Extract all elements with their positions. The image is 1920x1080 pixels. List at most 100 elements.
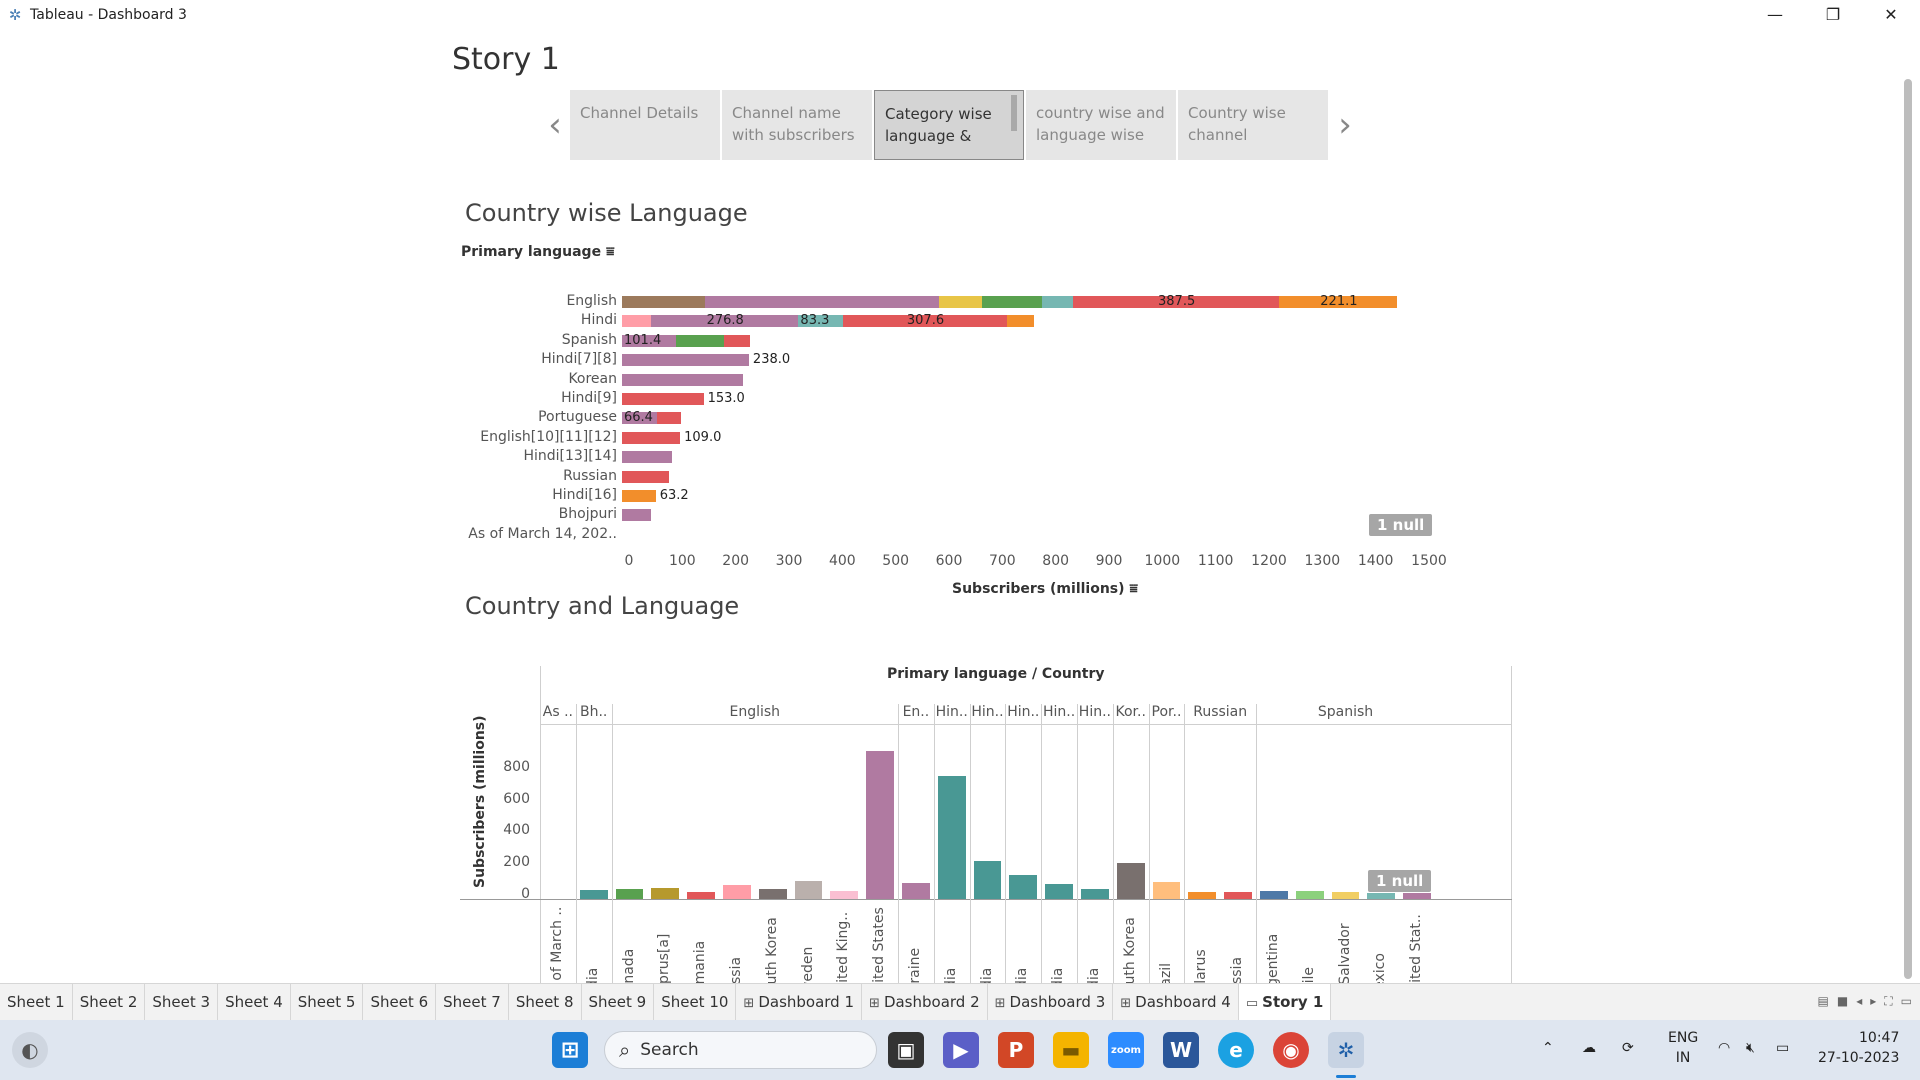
sheet-tab[interactable]: Sheet 2 — [73, 983, 146, 1021]
bar-segment[interactable] — [622, 431, 681, 444]
bar-segment[interactable] — [704, 296, 940, 308]
language-label[interactable]: Bhojpuri — [460, 506, 617, 522]
scroll-left-icon[interactable]: ◂ — [1856, 994, 1862, 1009]
language-group-label[interactable]: En.. — [898, 704, 934, 720]
country-bar[interactable] — [937, 775, 966, 899]
language-label[interactable]: English — [460, 293, 617, 309]
country-bar[interactable] — [1260, 890, 1288, 899]
weather-widget-icon[interactable]: ◐ — [12, 1032, 48, 1068]
bar-segment[interactable] — [657, 412, 681, 425]
bar-segment[interactable] — [1006, 315, 1034, 328]
country-bar[interactable] — [866, 751, 894, 899]
edge-icon[interactable]: e — [1218, 1032, 1254, 1068]
bar-segment[interactable] — [622, 490, 656, 502]
bar-segment[interactable] — [622, 315, 651, 328]
y-axis-label[interactable]: Subscribers (millions) — [472, 715, 488, 888]
sheet-tab[interactable]: ▭ Story 1 — [1238, 983, 1332, 1021]
language-label[interactable]: Hindi — [460, 312, 617, 328]
bar-segment[interactable] — [982, 296, 1042, 308]
country-bar[interactable] — [723, 885, 751, 899]
previous-story-point-button[interactable]: ‹ — [540, 89, 570, 161]
taskbar-search[interactable]: ⌕ Search — [604, 1031, 877, 1069]
country-bar[interactable] — [1045, 884, 1073, 899]
country-bar[interactable] — [902, 883, 930, 899]
bar-segment[interactable] — [622, 509, 651, 522]
close-button[interactable]: ✕ — [1862, 0, 1920, 29]
country-bar[interactable] — [1295, 891, 1324, 899]
story-point[interactable]: country wise and language wise — [1026, 90, 1176, 160]
sheet-tab[interactable]: Sheet 4 — [218, 983, 291, 1021]
sheet-tab[interactable]: Sheet 6 — [363, 983, 437, 1021]
language-label[interactable]: Portuguese — [460, 409, 617, 425]
country-bar[interactable] — [615, 888, 644, 899]
zoom-icon[interactable]: zoom — [1108, 1032, 1144, 1068]
bar-segment[interactable] — [724, 334, 750, 347]
language-label[interactable]: Hindi[7][8] — [460, 351, 617, 367]
mute-icon[interactable]: 🔇︎ — [1746, 1038, 1755, 1058]
bar-segment[interactable] — [622, 354, 749, 367]
null-indicator[interactable]: 1 null — [1369, 514, 1433, 536]
scroll-right-icon[interactable]: ▸ — [1870, 994, 1876, 1009]
country-bar[interactable] — [758, 889, 787, 899]
wifi-icon[interactable]: ◠ — [1718, 1038, 1730, 1058]
sync-icon[interactable]: ⟳ — [1622, 1038, 1634, 1058]
windows-start-icon[interactable]: ⊞ — [552, 1032, 588, 1068]
maximize-button[interactable]: ❐ — [1804, 0, 1862, 29]
vertical-scrollbar[interactable] — [1904, 79, 1912, 979]
present-icon[interactable]: ▭ — [1901, 994, 1912, 1009]
language-group-label[interactable]: Hin.. — [934, 704, 970, 720]
language-indicator[interactable]: ENG IN — [1668, 1028, 1698, 1068]
country-bar[interactable] — [973, 861, 1002, 899]
language-label[interactable]: English[10][11][12] — [460, 429, 617, 445]
language-label[interactable]: As of March 14, 202.. — [460, 526, 617, 542]
battery-icon[interactable]: ▭ — [1776, 1038, 1789, 1058]
sheet-tab[interactable]: ⊞ Dashboard 3 — [988, 983, 1114, 1021]
sheet-tab[interactable]: Sheet 7 — [436, 983, 509, 1021]
language-label[interactable]: Hindi[9] — [460, 390, 617, 406]
powerpoint-icon[interactable]: P — [998, 1032, 1034, 1068]
language-group-label[interactable]: Kor.. — [1113, 704, 1149, 720]
tabs-icon[interactable]: ■ — [1837, 994, 1848, 1009]
language-group-label[interactable]: Spanish — [1256, 704, 1435, 720]
country-bar[interactable] — [687, 891, 715, 899]
bar-segment[interactable] — [622, 393, 704, 405]
null-indicator[interactable]: 1 null — [1368, 870, 1432, 892]
bar-segment[interactable] — [622, 470, 669, 483]
filmstrip-icon[interactable]: ▤ — [1818, 994, 1829, 1009]
country-wise-language-chart[interactable]: Primary language ⩸ English 387.5 221.1 Hindi… — [460, 244, 1447, 624]
country-bar[interactable] — [1224, 892, 1252, 899]
sheet-tab[interactable]: Sheet 10 — [654, 983, 737, 1021]
bar-segment[interactable] — [622, 296, 705, 308]
language-group-label[interactable]: English — [612, 704, 898, 720]
language-label[interactable]: Hindi[13][14] — [460, 448, 617, 464]
next-story-point-button[interactable]: › — [1330, 89, 1360, 161]
language-group-label[interactable]: As .. — [540, 704, 576, 720]
country-bar[interactable] — [1009, 874, 1038, 899]
y-axis-header[interactable]: Primary language ⩸ — [461, 244, 614, 260]
country-bar[interactable] — [651, 887, 680, 899]
country-bar[interactable] — [794, 881, 823, 899]
clock[interactable]: 10:47 27-10-2023 — [1818, 1028, 1899, 1068]
minimize-button[interactable]: — — [1746, 0, 1804, 29]
country-bar[interactable] — [1188, 892, 1217, 899]
language-group-label[interactable]: Por.. — [1149, 704, 1185, 720]
country-and-language-chart[interactable]: Primary language / Country As .. As of Mar… — [460, 632, 1512, 1004]
sheet-tab[interactable]: Sheet 9 — [582, 983, 655, 1021]
onedrive-icon[interactable]: ☁ — [1582, 1038, 1596, 1058]
language-group-label[interactable]: Hin.. — [1041, 704, 1077, 720]
language-label[interactable]: Korean — [460, 371, 617, 387]
chrome-icon[interactable]: ◉ — [1273, 1032, 1309, 1068]
language-group-label[interactable]: Russian — [1184, 704, 1256, 720]
language-group-label[interactable]: Bh.. — [576, 704, 612, 720]
language-label[interactable]: Hindi[16] — [460, 487, 617, 503]
bar-segment[interactable] — [676, 334, 725, 347]
story-point[interactable]: Channel Details — [570, 90, 720, 160]
bar-segment[interactable] — [622, 373, 743, 386]
word-icon[interactable]: W — [1163, 1032, 1199, 1068]
language-group-label[interactable]: Hin.. — [1077, 704, 1113, 720]
sheet-tab[interactable]: Sheet 8 — [509, 983, 582, 1021]
bar-segment[interactable] — [1041, 296, 1073, 308]
country-bar[interactable] — [1331, 891, 1360, 899]
sheet-tab[interactable]: Sheet 5 — [291, 983, 364, 1021]
x-axis-label[interactable]: Subscribers (millions) ⩸ — [952, 581, 1138, 597]
